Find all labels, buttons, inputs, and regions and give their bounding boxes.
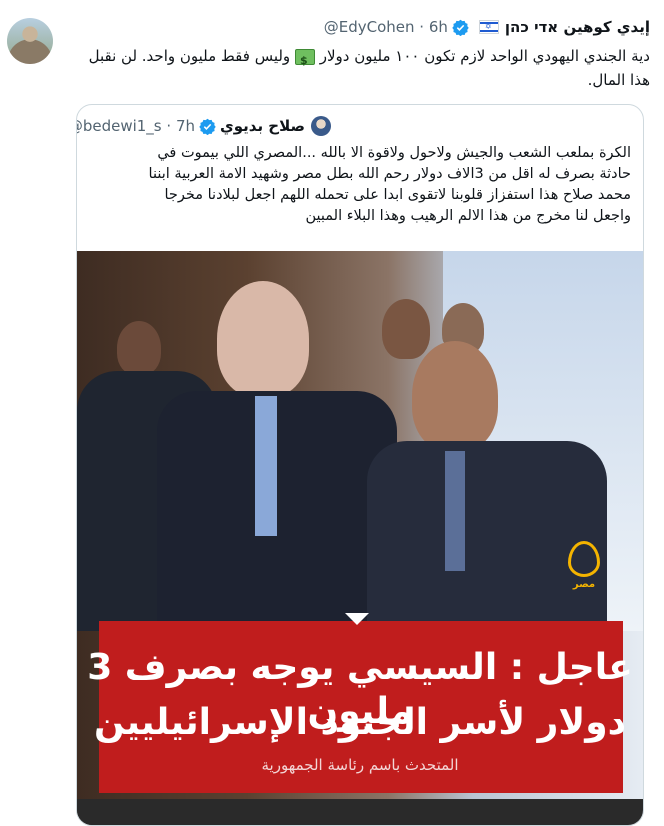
quote-author-name[interactable]: صلاح بديوي [220,117,305,135]
israel-flag-icon: ✡ [478,20,499,34]
quote-line: واجعل لنا مخرج من هذا الالم الرهيب وهذا … [305,208,631,224]
person-left-suit [157,391,397,631]
verified-badge-icon [452,19,469,36]
background-person [117,321,161,375]
author-avatar[interactable] [7,18,53,64]
quote-line: الكرة بملعب الشعب والجيش ولاحول ولاقوة ا… [157,145,631,161]
background-person [382,299,430,359]
quote-handle-time: @bedewi1_s · 7h [76,117,195,135]
headline-line-2: دولار لأسر الجنود الإسرائيليين [93,702,627,743]
tie-left [255,396,277,536]
person-right-face [412,341,498,451]
tweet-text: دية الجندي اليهودي الواحد لازم تكون ١٠٠ … [78,44,650,92]
author-name[interactable]: إيدي كوهين אדי כהן [505,18,650,36]
image-bottom-strip [77,799,643,825]
quote-text: الكرة بملعب الشعب والجيش ولاحول ولاقوة ا… [89,143,631,227]
quote-header: @bedewi1_s · 7h صلاح بديوي [76,115,331,137]
quote-line: حادثة بصرف له اقل من 3الاف دولار رحم الل… [148,166,631,182]
person-left-face [217,281,309,397]
money-emoji-icon [294,48,315,73]
tweet-time[interactable]: @EdyCohen · 6h [324,18,448,36]
down-arrow-icon [345,613,369,625]
tie-right [445,451,465,571]
tweet-header: @EdyCohen · 6h ✡ إيدي كوهين אדי כהן [324,14,650,40]
headline-source: المتحدث باسم رئاسة الجمهورية [261,756,459,774]
quote-line: محمد صلاح هذا استفزاز قلوبنا لاتقوى ابدا… [164,187,632,203]
quoted-tweet[interactable]: @bedewi1_s · 7h صلاح بديوي الكرة بملعب ا… [76,104,644,826]
al-jazeera-logo: مصر [564,541,604,601]
quote-author-avatar [311,116,331,136]
person-right-suit [367,441,607,631]
verified-badge-icon [199,118,216,135]
quote-image[interactable]: مصر عاجل : السيسي يوجه بصرف 3 مليون دولا… [77,251,643,825]
